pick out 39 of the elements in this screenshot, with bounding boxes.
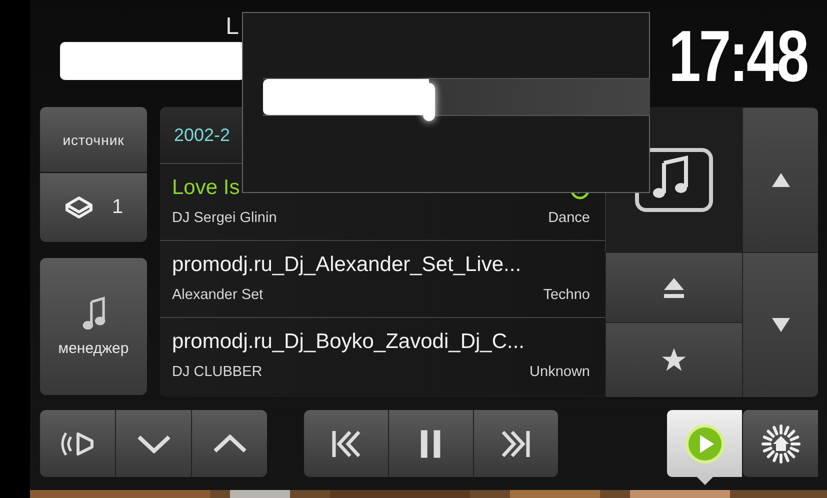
star-icon bbox=[661, 347, 687, 373]
pause-button[interactable] bbox=[389, 410, 473, 477]
music-note-icon bbox=[80, 296, 106, 332]
slider-thumb[interactable] bbox=[423, 82, 436, 120]
title-text: L bbox=[226, 14, 239, 40]
track-artist: DJ CLUBBER bbox=[172, 364, 262, 380]
pause-icon bbox=[420, 428, 442, 460]
track-genre: Techno bbox=[543, 287, 590, 303]
track-title: promodj.ru_Dj_Boyko_Zavodi_Dj_C... bbox=[172, 330, 524, 354]
chevron-up-icon bbox=[212, 434, 248, 454]
triangle-down-icon bbox=[770, 317, 790, 333]
play-icon bbox=[684, 424, 724, 464]
track-artist: Alexander Set bbox=[172, 287, 264, 303]
previous-button[interactable] bbox=[304, 410, 388, 477]
eject-icon bbox=[663, 276, 685, 298]
track-title: promodj.ru_Dj_Alexander_Set_Live... bbox=[172, 253, 522, 277]
track-row[interactable]: promodj.ru_Dj_Boyko_Zavodi_Dj_C... DJ CLUBBER Unknown bbox=[160, 318, 605, 395]
track-title: Love Is bbox=[172, 176, 240, 200]
next-button[interactable] bbox=[474, 410, 558, 477]
track-genre: Dance bbox=[548, 210, 590, 226]
previous-icon bbox=[330, 428, 362, 458]
track-artist: DJ Sergei Glinin bbox=[172, 210, 277, 226]
eject-button[interactable] bbox=[605, 252, 742, 322]
track-row[interactable]: promodj.ru_Dj_Alexander_Set_Live... Alexander Set Techno bbox=[160, 241, 605, 318]
chevron-down-icon bbox=[136, 434, 172, 454]
clock: 17:48 bbox=[668, 20, 807, 94]
triangle-up-icon bbox=[770, 172, 790, 188]
home-button[interactable] bbox=[743, 410, 818, 477]
next-icon bbox=[500, 428, 532, 458]
folder-name: 2002-2 bbox=[174, 124, 230, 146]
home-gear-icon bbox=[760, 424, 800, 464]
volume-button[interactable] bbox=[40, 410, 115, 477]
manager-button[interactable]: менеджер bbox=[40, 258, 147, 395]
layers-icon bbox=[64, 194, 94, 220]
source-button[interactable]: источник bbox=[40, 107, 147, 172]
track-genre: Unknown bbox=[530, 364, 590, 380]
volume-up-button[interactable] bbox=[192, 410, 267, 477]
layer-button[interactable]: 1 bbox=[40, 173, 147, 242]
volume-down-button[interactable] bbox=[116, 410, 191, 477]
